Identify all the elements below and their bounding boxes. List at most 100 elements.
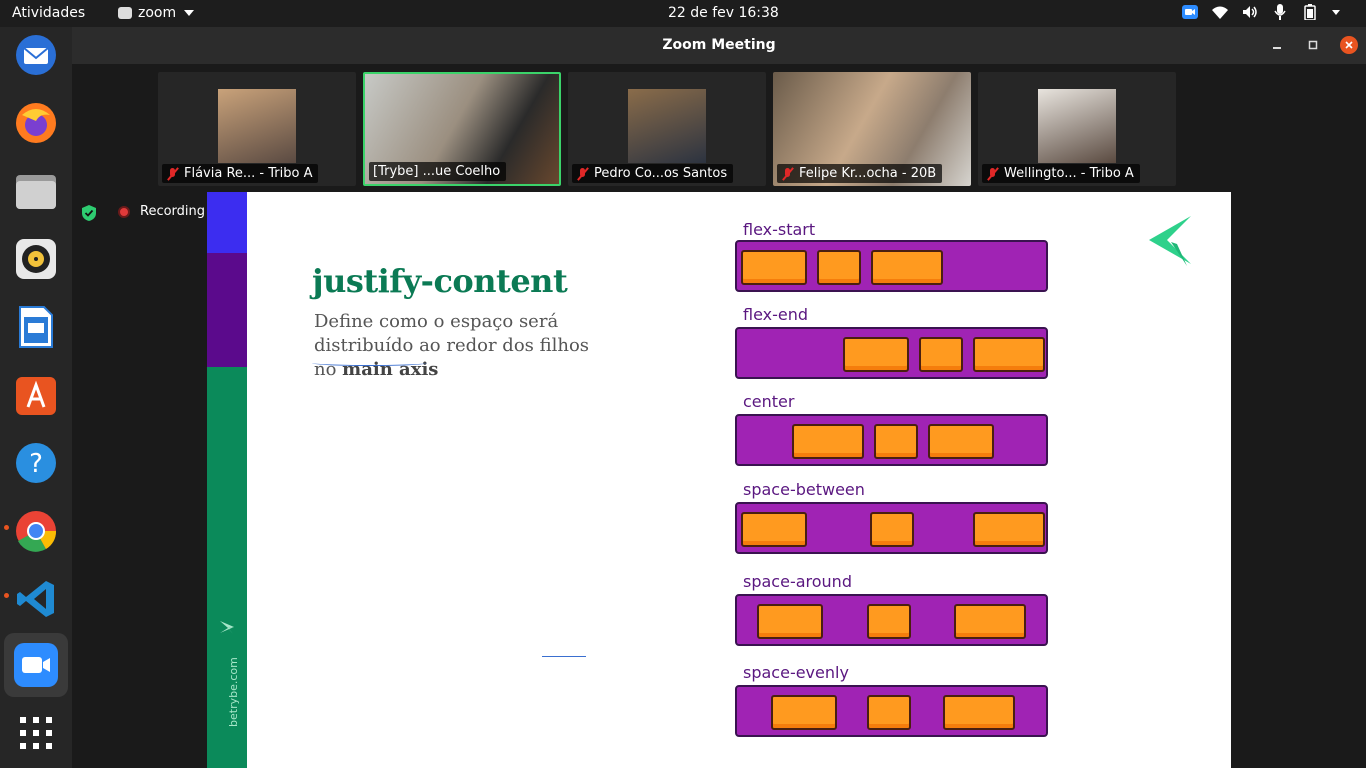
mic-off-icon — [781, 167, 795, 181]
participant-name-tag: Pedro Co...os Santos — [572, 164, 734, 183]
demo-item — [928, 424, 994, 459]
demo-container — [735, 240, 1048, 292]
window-title: Zoom Meeting — [662, 37, 776, 53]
participant-video — [218, 89, 296, 163]
demo-container — [735, 685, 1048, 737]
annotation-underline — [312, 360, 427, 366]
demo-item — [757, 604, 823, 639]
demo-label: flex-end — [743, 305, 809, 324]
demo-item — [771, 695, 837, 730]
demo-label: space-around — [743, 572, 852, 591]
mic-off-icon — [166, 167, 180, 181]
files-icon[interactable] — [12, 167, 60, 215]
demo-item — [867, 695, 911, 730]
shared-screen-slide: betrybe.com justify-content Define como … — [207, 192, 1231, 768]
participant-name: Flávia Re... - Tribo A — [184, 166, 313, 181]
demo-item — [792, 424, 864, 459]
demo-item — [919, 337, 963, 372]
activities-button[interactable]: Atividades — [12, 5, 85, 21]
participant-gallery: Flávia Re... - Tribo A [Trybe] ...ue Coe… — [158, 72, 1176, 186]
demo-item — [874, 424, 918, 459]
svg-text:?: ? — [29, 449, 43, 479]
demo-label: space-between — [743, 480, 865, 499]
top-bar: Atividades zoom 22 de fev 16:38 — [0, 0, 1366, 27]
libreoffice-writer-icon[interactable] — [12, 303, 60, 351]
demo-label: space-evenly — [743, 663, 849, 682]
help-icon[interactable]: ? — [12, 439, 60, 487]
running-indicator — [4, 525, 9, 530]
mic-off-icon — [986, 167, 1000, 181]
slide-description: Define como o espaço será distribuído ao… — [314, 310, 644, 382]
zoom-window: Zoom Meeting Flávia Re... - Tribo A [Try… — [72, 27, 1366, 768]
desc-line: distribuído ao redor dos filhos — [314, 335, 590, 356]
demo-item — [871, 250, 943, 285]
participant-name: Felipe Kr...ocha - 20B — [799, 166, 937, 181]
zoom-icon[interactable] — [4, 633, 68, 697]
slide-site-label: betrybe.com — [227, 657, 240, 727]
demo-item — [741, 250, 807, 285]
demo-item — [954, 604, 1026, 639]
demo-container — [735, 594, 1048, 646]
chevron-down-icon — [184, 10, 195, 16]
zoom-tray-icon[interactable] — [1182, 5, 1198, 19]
recording-label: Recording — [140, 204, 206, 219]
title-bar[interactable]: Zoom Meeting — [72, 27, 1366, 64]
demo-item — [867, 604, 911, 639]
participant-video — [628, 89, 706, 163]
app-menu[interactable]: zoom — [118, 5, 195, 21]
demo-item — [817, 250, 861, 285]
participant-tile-active-speaker[interactable]: [Trybe] ...ue Coelho — [363, 72, 561, 186]
ubuntu-software-icon[interactable] — [12, 371, 60, 419]
desc-line: Define como o espaço será — [314, 311, 559, 332]
close-button[interactable] — [1340, 36, 1358, 54]
zoom-app-icon — [118, 7, 132, 19]
demo-item — [741, 512, 807, 547]
participant-name-tag: Wellingto... - Tribo A — [982, 164, 1140, 183]
slide-color-stripe: betrybe.com — [207, 192, 247, 768]
participant-tile[interactable]: Pedro Co...os Santos — [568, 72, 766, 186]
demo-item — [870, 512, 914, 547]
minimize-button[interactable] — [1268, 36, 1286, 54]
firefox-icon[interactable] — [12, 99, 60, 147]
annotation-mark — [542, 656, 586, 657]
demo-label: flex-start — [743, 220, 816, 239]
participant-tile[interactable]: Flávia Re... - Tribo A — [158, 72, 356, 186]
thunderbird-icon[interactable] — [12, 31, 60, 79]
app-menu-label: zoom — [138, 5, 177, 21]
participant-tile[interactable]: Wellingto... - Tribo A — [978, 72, 1176, 186]
shield-icon[interactable] — [80, 204, 98, 222]
participant-video — [1038, 89, 1116, 163]
participant-name: Wellingto... - Tribo A — [1004, 166, 1134, 181]
microphone-icon[interactable] — [1272, 4, 1288, 20]
rhythmbox-icon[interactable] — [12, 235, 60, 283]
demo-item — [973, 512, 1045, 547]
vscode-icon[interactable] — [12, 575, 60, 623]
demo-container — [735, 327, 1048, 379]
chevron-down-icon[interactable] — [1332, 9, 1340, 15]
chrome-icon[interactable] — [12, 507, 60, 555]
slide-title: justify-content — [312, 262, 568, 300]
clock[interactable]: 22 de fev 16:38 — [668, 5, 779, 21]
trybe-leaf-icon — [219, 619, 235, 639]
show-apps-icon[interactable] — [12, 709, 60, 757]
running-indicator — [4, 593, 9, 598]
mic-off-icon — [576, 167, 590, 181]
demo-item — [843, 337, 909, 372]
demo-item — [943, 695, 1015, 730]
demo-item — [973, 337, 1045, 372]
maximize-button[interactable] — [1304, 36, 1322, 54]
participant-name-tag: Felipe Kr...ocha - 20B — [777, 164, 943, 183]
wifi-icon[interactable] — [1212, 5, 1228, 19]
demo-label: center — [743, 392, 795, 411]
participant-tile[interactable]: Felipe Kr...ocha - 20B — [773, 72, 971, 186]
volume-icon[interactable] — [1242, 5, 1258, 19]
trybe-logo-icon — [1147, 214, 1195, 272]
recording-indicator[interactable]: Recording — [118, 204, 205, 219]
participant-name-tag: [Trybe] ...ue Coelho — [369, 162, 507, 181]
demo-container — [735, 502, 1048, 554]
battery-icon[interactable] — [1302, 4, 1318, 20]
system-tray[interactable] — [1182, 4, 1340, 20]
dock: ? — [0, 27, 72, 768]
participant-name: [Trybe] ...ue Coelho — [373, 164, 501, 179]
demo-container — [735, 414, 1048, 466]
